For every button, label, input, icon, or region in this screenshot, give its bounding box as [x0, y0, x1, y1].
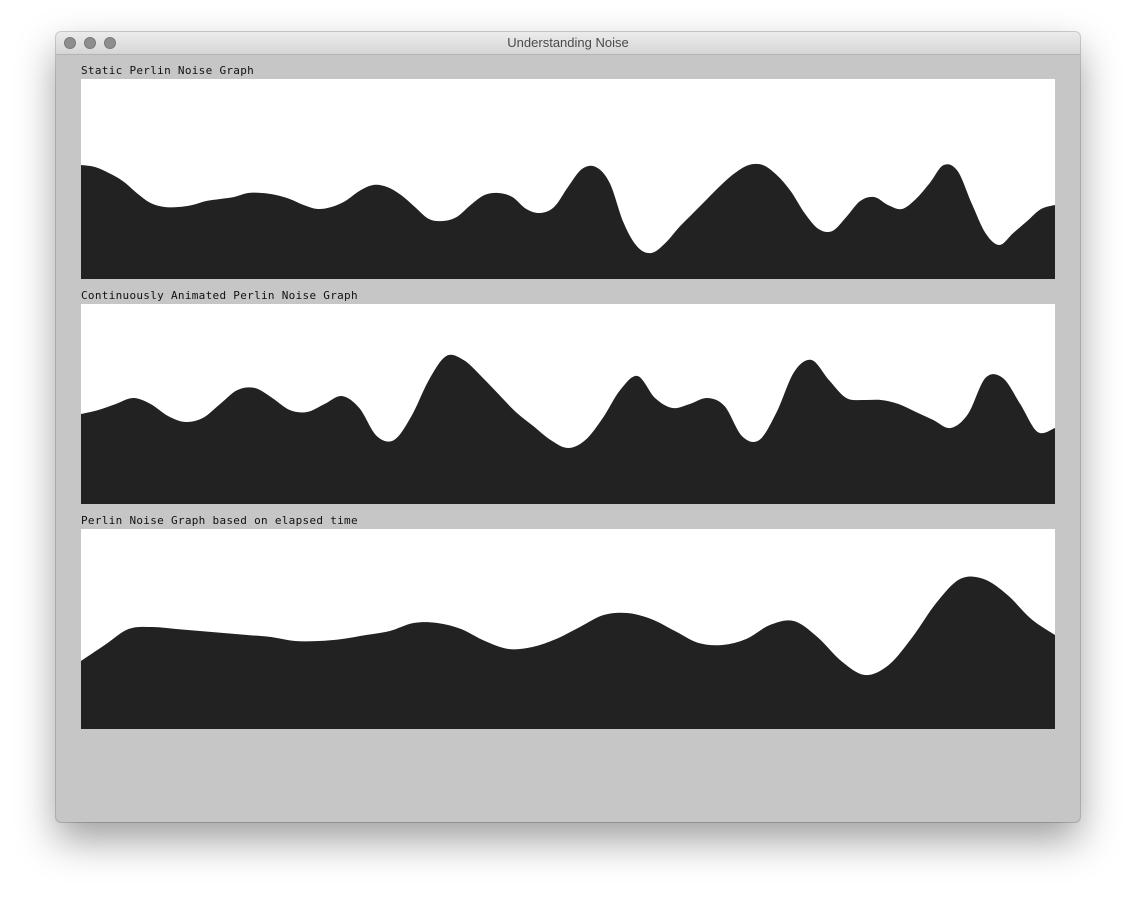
app-window: Understanding Noise Static Perlin Noise …	[56, 32, 1080, 822]
noise-area	[81, 576, 1055, 729]
elapsed-time-noise-graph-label: Perlin Noise Graph based on elapsed time	[81, 514, 358, 527]
elapsed-time-noise-graph	[81, 529, 1055, 729]
animated-noise-graph	[81, 304, 1055, 504]
animated-noise-graph-label: Continuously Animated Perlin Noise Graph	[81, 289, 358, 302]
static-noise-graph	[81, 79, 1055, 279]
noise-area	[81, 354, 1055, 504]
title-bar[interactable]: Understanding Noise	[56, 32, 1080, 55]
window-title: Understanding Noise	[507, 35, 629, 50]
noise-area	[81, 163, 1055, 279]
static-noise-graph-label: Static Perlin Noise Graph	[81, 64, 255, 77]
